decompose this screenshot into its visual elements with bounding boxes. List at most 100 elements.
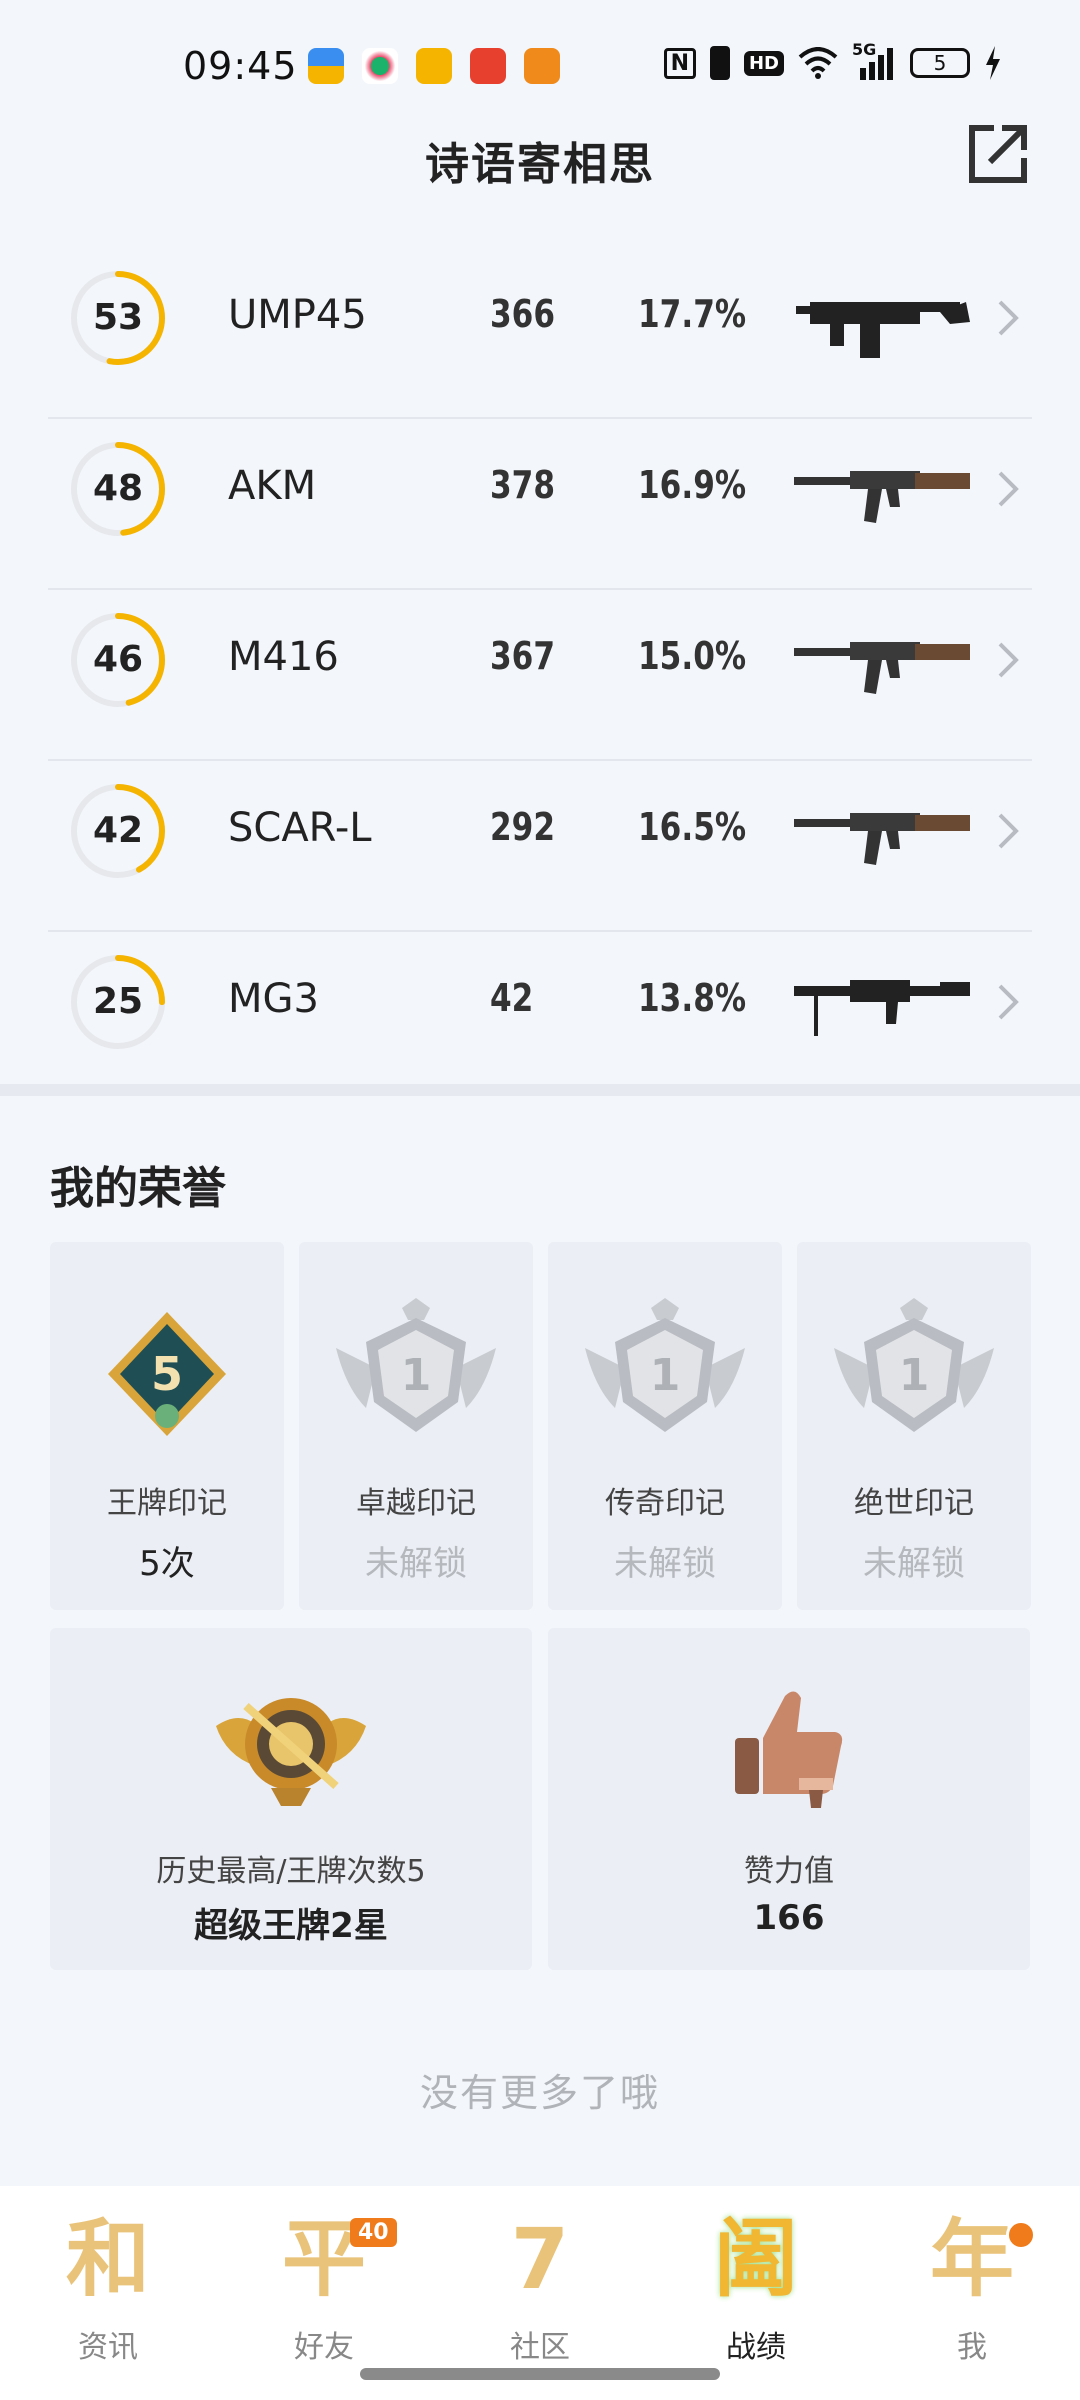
section-divider [0, 1084, 1080, 1096]
charging-icon [986, 46, 1000, 80]
nav-item-4[interactable]: 年我 [864, 2204, 1080, 2384]
svg-text:1: 1 [401, 1350, 432, 1401]
honor-mark-value: 5次 [139, 1544, 195, 1584]
page-title: 诗语寄相思 [425, 139, 655, 190]
weapon-kill-count: 378 [490, 463, 556, 507]
rifle-icon [794, 813, 970, 865]
chevron-right-icon [998, 471, 1019, 507]
weapon-name: AKM [228, 463, 317, 509]
nav-label: 好友 [294, 2330, 354, 2365]
honor-mark-label: 传奇印记 [605, 1486, 725, 1521]
chevron-right-icon [998, 300, 1019, 336]
camera-app-icon [524, 48, 560, 84]
weapon-name: SCAR-L [228, 805, 372, 851]
weapon-percentage: 13.8% [638, 976, 747, 1020]
nav-icon: 年 [929, 2210, 1014, 2308]
hd-icon: HD [743, 50, 784, 76]
nfc-icon: N [663, 47, 696, 79]
weapon-percentage: 16.5% [638, 805, 747, 849]
weapon-row[interactable]: 46 M416 367 15.0% [48, 590, 1032, 761]
thumbs-up-icon [735, 1691, 843, 1808]
likes-card[interactable]: 赞力值 166 [548, 1628, 1030, 1970]
no-more-text: 没有更多了哦 [419, 2071, 660, 2115]
honor-mark-value: 未解锁 [365, 1544, 467, 1584]
weapon-kill-count: 366 [490, 292, 556, 336]
honor-mark-card[interactable]: 1 传奇印记未解锁 [548, 1242, 782, 1610]
ace-mark-badge-icon: 5 [108, 1312, 226, 1436]
nav-item-2[interactable]: 7 社区 [432, 2204, 648, 2384]
smg-icon [796, 302, 970, 358]
notification-dot [1006, 2220, 1036, 2250]
weapon-row[interactable]: 53 UMP45 366 17.7% [48, 248, 1032, 419]
weapon-percentage: 15.0% [638, 634, 747, 678]
mobile-app-icon [362, 48, 398, 84]
nav-label: 我 [957, 2330, 987, 2365]
locked-mark-badge-icon: 1 [834, 1298, 994, 1432]
weapon-score: 42 [92, 810, 144, 851]
vibrate-icon [709, 46, 730, 80]
nav-icon: 平 [281, 2210, 366, 2308]
honor-mark-value: 未解锁 [863, 1544, 965, 1584]
status-time: 09:45 [183, 44, 298, 88]
honor-mark-label: 王牌印记 [107, 1486, 227, 1521]
nav-icon: 和 [65, 2210, 150, 2308]
share-icon[interactable] [964, 120, 1032, 188]
rifle-icon [794, 642, 970, 694]
weapon-row[interactable]: 48 AKM 378 16.9% [48, 419, 1032, 590]
honor-mark-card[interactable]: 1 绝世印记未解锁 [797, 1242, 1031, 1610]
home-indicator[interactable] [360, 2368, 720, 2380]
weapon-name: UMP45 [228, 292, 367, 338]
weapon-row[interactable]: 25 MG3 42 13.8% [48, 932, 1032, 1103]
honor-mark-card[interactable]: 1 卓越印记未解锁 [299, 1242, 533, 1610]
history-label: 历史最高/王牌次数5 [156, 1854, 426, 1889]
honor-section-title: 我的荣誉 [50, 1163, 226, 1214]
weapon-score: 25 [92, 981, 144, 1022]
likes-label: 赞力值 [744, 1854, 834, 1889]
honor-mark-card[interactable]: 5 王牌印记 5次 [50, 1242, 284, 1610]
wifi-icon [798, 47, 838, 79]
nav-item-1[interactable]: 平好友 40 [216, 2204, 432, 2384]
weapon-kill-count: 42 [490, 976, 534, 1020]
honor-mark-label: 绝世印记 [854, 1486, 974, 1521]
notes-app-icon [416, 48, 452, 84]
redpacket-app-icon [470, 48, 506, 84]
weapon-name: M416 [228, 634, 339, 680]
chevron-right-icon [998, 984, 1019, 1020]
honor-mark-value: 未解锁 [614, 1544, 716, 1584]
weapon-row[interactable]: 42 SCAR-L 292 16.5% [48, 761, 1032, 932]
history-card[interactable]: 历史最高/王牌次数5 超级王牌2星 [50, 1628, 532, 1970]
weapon-kill-count: 292 [490, 805, 556, 849]
nav-item-3[interactable]: 阖战绩 [648, 2204, 864, 2384]
honor-mark-label: 卓越印记 [356, 1486, 476, 1521]
system-icons: N HD 5G 5 [663, 40, 1002, 80]
nav-count-badge: 40 [350, 2218, 397, 2247]
nav-label: 资讯 [78, 2330, 138, 2365]
weapon-score: 46 [92, 639, 144, 680]
weapon-percentage: 17.7% [638, 292, 747, 336]
weapon-score: 48 [92, 468, 144, 509]
nav-label: 社区 [510, 2330, 570, 2365]
nav-icon: 7 [510, 2210, 570, 2308]
wallet-app-icon [308, 48, 344, 84]
nav-label: 战绩 [726, 2330, 786, 2365]
nav-item-0[interactable]: 和资讯 [0, 2204, 216, 2384]
weapon-percentage: 16.9% [638, 463, 747, 507]
signal-icon: 5G [852, 40, 896, 80]
rifle-icon [794, 471, 970, 523]
svg-text:5: 5 [151, 1347, 183, 1401]
lmg-icon [794, 980, 970, 1036]
nav-icon: 阖 [713, 2210, 798, 2308]
history-value: 超级王牌2星 [194, 1906, 388, 1946]
svg-text:1: 1 [650, 1350, 681, 1401]
locked-mark-badge-icon: 1 [585, 1298, 745, 1432]
notification-icons [308, 48, 560, 84]
chevron-right-icon [998, 813, 1019, 849]
locked-mark-badge-icon: 1 [336, 1298, 496, 1432]
weapon-score: 53 [92, 297, 144, 338]
battery-icon: 5 [910, 48, 970, 78]
chevron-right-icon [998, 642, 1019, 678]
weapon-name: MG3 [228, 976, 319, 1022]
svg-text:1: 1 [899, 1350, 930, 1401]
weapon-list: 53 UMP45 366 17.7% 48 AKM 378 16.9% 46 M416 367 15.… [48, 248, 1032, 1103]
likes-value: 166 [753, 1898, 825, 1938]
